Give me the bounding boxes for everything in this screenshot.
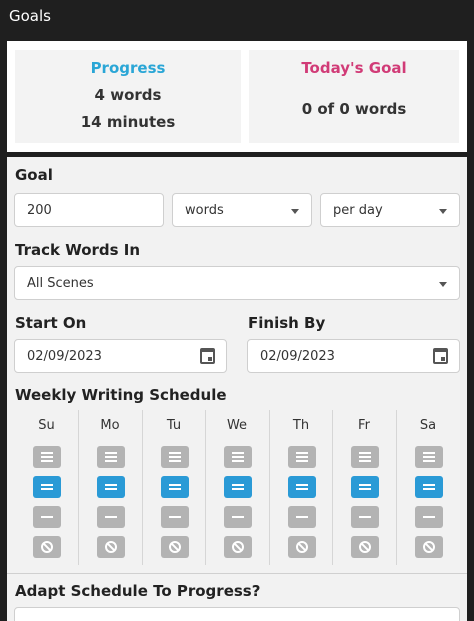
- none-button[interactable]: [224, 536, 252, 558]
- none-icon: [296, 541, 308, 553]
- less-button[interactable]: [33, 506, 61, 528]
- start-date-input[interactable]: 02/09/2023: [14, 339, 227, 373]
- today-goal-card: Today's Goal 0 of 0 words: [249, 50, 459, 143]
- today-goal-value: 0 of 0 words: [301, 100, 407, 118]
- window-title: Goals: [9, 7, 51, 25]
- chevron-down-icon: [439, 282, 447, 287]
- more-button[interactable]: [161, 446, 189, 468]
- schedule-day-we: We: [205, 410, 268, 565]
- equal-button[interactable]: [97, 476, 125, 498]
- day-label: We: [226, 418, 248, 433]
- equal-button[interactable]: [415, 476, 443, 498]
- schedule-label: Weekly Writing Schedule: [15, 386, 227, 404]
- schedule-day-sa: Sa: [396, 410, 459, 565]
- more-button[interactable]: [288, 446, 316, 468]
- start-label: Start On: [15, 314, 87, 332]
- start-date-value: 02/09/2023: [27, 349, 102, 364]
- equal-button[interactable]: [288, 476, 316, 498]
- goal-unit-value: words: [185, 203, 224, 218]
- schedule-day-mo: Mo: [78, 410, 141, 565]
- goal-amount-input[interactable]: 200: [14, 193, 164, 227]
- today-goal-heading: Today's Goal: [301, 59, 407, 77]
- equal-button[interactable]: [351, 476, 379, 498]
- adapt-label: Adapt Schedule To Progress?: [15, 582, 261, 600]
- schedule-day-tu: Tu: [142, 410, 205, 565]
- day-label: Tu: [166, 418, 182, 433]
- less-button[interactable]: [161, 506, 189, 528]
- section-divider: [7, 573, 467, 574]
- less-button[interactable]: [97, 506, 125, 528]
- more-button[interactable]: [97, 446, 125, 468]
- goal-period-value: per day: [333, 203, 383, 218]
- track-value: All Scenes: [27, 276, 94, 291]
- day-label: Th: [292, 418, 310, 433]
- more-button[interactable]: [224, 446, 252, 468]
- none-icon: [423, 541, 435, 553]
- chevron-down-icon: [291, 209, 299, 214]
- none-icon: [232, 541, 244, 553]
- none-button[interactable]: [415, 536, 443, 558]
- progress-words: 4 words: [94, 86, 162, 104]
- title-bar: Goals: [0, 0, 474, 36]
- equal-button[interactable]: [33, 476, 61, 498]
- stats-panel: Progress 4 words 14 minutes Today's Goal…: [7, 41, 467, 152]
- adapt-select[interactable]: [14, 607, 460, 621]
- track-label: Track Words In: [15, 241, 141, 259]
- day-label: Sa: [419, 418, 437, 433]
- less-button[interactable]: [224, 506, 252, 528]
- more-button[interactable]: [415, 446, 443, 468]
- none-button[interactable]: [161, 536, 189, 558]
- none-icon: [41, 541, 53, 553]
- none-button[interactable]: [288, 536, 316, 558]
- schedule-day-su: Su: [15, 410, 78, 565]
- less-button[interactable]: [415, 506, 443, 528]
- goal-label: Goal: [15, 166, 53, 184]
- goal-amount-value: 200: [27, 203, 52, 218]
- none-icon: [169, 541, 181, 553]
- finish-date-input[interactable]: 02/09/2023: [247, 339, 460, 373]
- schedule-day-th: Th: [269, 410, 332, 565]
- more-button[interactable]: [33, 446, 61, 468]
- less-button[interactable]: [351, 506, 379, 528]
- goal-period-select[interactable]: per day: [320, 193, 460, 227]
- calendar-icon[interactable]: [200, 348, 215, 364]
- finish-date-value: 02/09/2023: [260, 349, 335, 364]
- progress-card: Progress 4 words 14 minutes: [15, 50, 241, 143]
- more-button[interactable]: [351, 446, 379, 468]
- none-button[interactable]: [97, 536, 125, 558]
- chevron-down-icon: [439, 209, 447, 214]
- day-label: Fr: [358, 418, 370, 433]
- progress-minutes: 14 minutes: [80, 113, 176, 131]
- goal-form: Goal 200 words per day Track Words In Al…: [7, 157, 467, 621]
- goal-unit-select[interactable]: words: [172, 193, 312, 227]
- day-label: Su: [38, 418, 55, 433]
- track-select[interactable]: All Scenes: [14, 266, 460, 300]
- schedule-day-fr: Fr: [332, 410, 395, 565]
- equal-button[interactable]: [224, 476, 252, 498]
- weekly-schedule: Su Mo Tu We Th Fr Sa: [15, 410, 459, 565]
- calendar-icon[interactable]: [433, 348, 448, 364]
- finish-label: Finish By: [248, 314, 326, 332]
- equal-button[interactable]: [161, 476, 189, 498]
- progress-heading: Progress: [90, 59, 166, 77]
- less-button[interactable]: [288, 506, 316, 528]
- none-icon: [105, 541, 117, 553]
- day-label: Mo: [100, 418, 120, 433]
- none-button[interactable]: [351, 536, 379, 558]
- none-icon: [359, 541, 371, 553]
- none-button[interactable]: [33, 536, 61, 558]
